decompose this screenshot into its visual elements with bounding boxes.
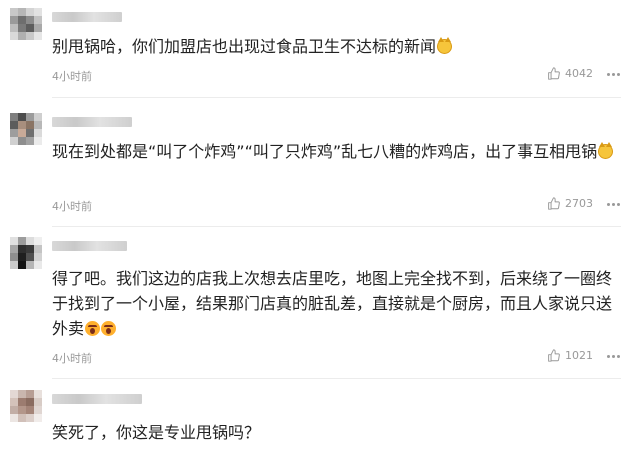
- divider: [52, 378, 621, 379]
- more-dots-icon[interactable]: [605, 196, 621, 212]
- avatar[interactable]: [10, 390, 42, 422]
- username-blurred[interactable]: [52, 12, 122, 22]
- comment-time: 4小时前: [52, 200, 92, 213]
- divider: [52, 226, 621, 227]
- comment-text: 得了吧。我们这边的店我上次想去店里吃，地图上完全找不到，后来绕了一圈终于找到了一…: [52, 269, 613, 338]
- like-button[interactable]: 4042: [547, 67, 593, 80]
- like-count: 4042: [565, 67, 593, 80]
- comment-text: 别甩锅哈，你们加盟店也出现过食品卫生不达标的新闻: [52, 34, 627, 59]
- shocked-face-icon: [85, 321, 101, 336]
- divider: [52, 97, 621, 98]
- thumbs-up-icon: [548, 197, 560, 210]
- thumbs-up-icon: [548, 67, 560, 80]
- username-blurred[interactable]: [52, 394, 142, 404]
- like-button[interactable]: 2703: [547, 197, 593, 210]
- like-button[interactable]: 1021: [547, 349, 593, 362]
- username-blurred[interactable]: [52, 117, 132, 127]
- comment-text: 现在到处都是“叫了个炸鸡”“叫了只炸鸡”乱七八糟的炸鸡店，出了事互相甩锅: [52, 139, 627, 164]
- cat-icon: [598, 142, 614, 159]
- cat-icon: [437, 37, 453, 54]
- avatar[interactable]: [10, 8, 42, 40]
- thumbs-up-icon: [548, 349, 560, 362]
- like-count: 1021: [565, 349, 593, 362]
- like-count: 2703: [565, 197, 593, 210]
- shocked-face-icon: [101, 321, 117, 336]
- avatar[interactable]: [10, 237, 42, 269]
- more-dots-icon[interactable]: [605, 348, 621, 364]
- comment-time: 4小时前: [52, 352, 92, 365]
- comment-text: 笑死了，你这是专业甩锅吗？: [52, 423, 261, 442]
- avatar[interactable]: [10, 113, 42, 145]
- more-dots-icon[interactable]: [605, 66, 621, 82]
- username-blurred[interactable]: [52, 241, 127, 251]
- comment-time: 4小时前: [52, 70, 92, 83]
